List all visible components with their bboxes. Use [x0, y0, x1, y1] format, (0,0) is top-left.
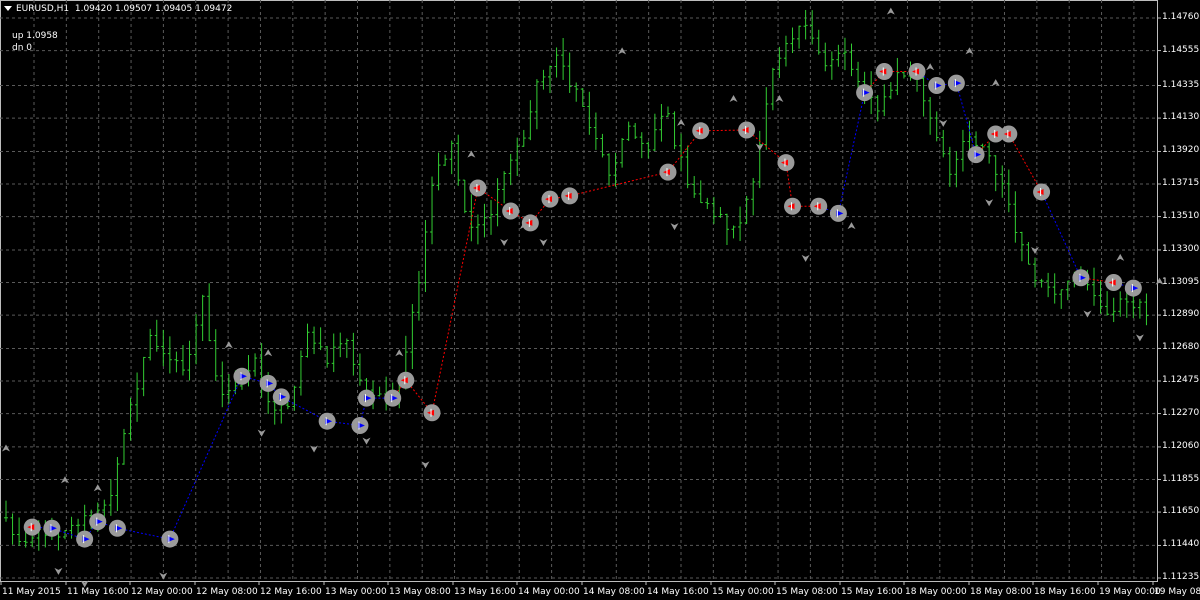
time-axis-label: 11 May 2015 — [2, 587, 61, 597]
fractal-up-icon — [729, 95, 738, 103]
chart-header: EURUSD,H1 1.09420 1.09507 1.09405 1.0947… — [4, 4, 232, 14]
price-axis-label: 1.14760 — [1162, 12, 1200, 22]
chart-plot-area[interactable] — [0, 0, 1200, 600]
time-axis-label: 15 May 08:00 — [776, 587, 838, 597]
price-axis-label: 1.14335 — [1162, 79, 1200, 90]
price-axis-label: 1.11440 — [1162, 539, 1200, 550]
price-axis-label: 1.12890 — [1162, 309, 1200, 320]
time-axis-label: 14 May 00:00 — [518, 587, 580, 597]
fractal-down-icon — [985, 199, 994, 207]
price-axis-label: 1.12270 — [1162, 407, 1200, 418]
chart-menu-triangle-icon[interactable] — [4, 6, 12, 11]
fractal-down-icon — [159, 572, 168, 580]
price-axis-label: 1.12060 — [1162, 440, 1200, 451]
price-axis-label: 1.13510 — [1162, 210, 1200, 221]
price-axis-label: 1.12680 — [1162, 342, 1200, 353]
time-axis-label: 19 May 08:00 — [1154, 587, 1200, 597]
fractal-down-icon — [670, 223, 679, 231]
fractal-up-icon — [1116, 253, 1125, 261]
fractal-up-icon — [991, 79, 1000, 87]
fractal-down-icon — [54, 567, 63, 575]
time-axis-label: 11 May 16:00 — [67, 587, 129, 597]
fractal-up-icon — [886, 7, 895, 15]
time-axis-label: 12 May 08:00 — [196, 587, 258, 597]
fractal-down-icon — [801, 254, 810, 262]
time-axis-label: 14 May 08:00 — [583, 587, 645, 597]
fractal-down-icon — [257, 429, 266, 437]
time-axis-label: 12 May 00:00 — [131, 587, 193, 597]
ohlc-values: 1.09420 1.09507 1.09405 1.09472 — [74, 4, 233, 14]
fractal-down-icon — [1083, 310, 1092, 318]
price-axis-label: 1.13095 — [1162, 276, 1200, 287]
time-axis-label: 13 May 16:00 — [454, 587, 516, 597]
time-axis-label: 13 May 08:00 — [389, 587, 451, 597]
time-axis-label: 18 May 00:00 — [905, 587, 967, 597]
fractal-down-icon — [500, 239, 509, 246]
fractal-down-icon — [362, 437, 371, 445]
fractal-up-icon — [395, 349, 404, 357]
fractal-up-icon — [775, 95, 784, 103]
signal-connector-line — [955, 83, 977, 155]
price-axis-label: 1.13715 — [1162, 178, 1200, 188]
chart-frame — [0, 0, 1158, 582]
time-axis-label: 15 May 16:00 — [841, 587, 903, 597]
indicator-up-label: up 1.0958 — [12, 31, 58, 41]
time-axis-label: 13 May 00:00 — [325, 587, 387, 597]
time-axis-label: 18 May 16:00 — [1034, 587, 1096, 597]
fractal-down-icon — [539, 239, 548, 246]
time-axis-label: 15 May 00:00 — [712, 587, 774, 597]
fractal-down-icon — [1135, 334, 1144, 342]
fractal-up-icon — [224, 341, 233, 349]
signal-connector-line — [1041, 191, 1082, 278]
symbol-timeframe: EURUSD,H1 — [16, 4, 70, 14]
price-axis-label: 1.14555 — [1162, 44, 1200, 55]
price-axis-label: 1.11650 — [1162, 506, 1200, 517]
fractal-up-icon — [264, 349, 273, 357]
fractal-up-icon — [93, 484, 102, 492]
price-axis-label: 1.12475 — [1162, 375, 1200, 385]
fractal-up-icon — [926, 63, 935, 71]
indicator-dn-label: dn 0 — [12, 43, 33, 53]
signal-connector-line — [169, 376, 243, 540]
time-axis-label: 19 May 00:00 — [1099, 587, 1161, 597]
fractal-up-icon — [677, 118, 686, 126]
price-axis-label: 1.11235 — [1162, 572, 1200, 582]
time-axis-label: 12 May 16:00 — [260, 587, 322, 597]
price-axis-label: 1.11855 — [1162, 473, 1200, 484]
fractal-up-icon — [2, 444, 10, 452]
fractal-down-icon — [939, 119, 948, 127]
price-axis-label: 1.13300 — [1162, 243, 1200, 254]
time-axis-label: 14 May 16:00 — [647, 587, 709, 597]
price-axis-label: 1.14130 — [1162, 112, 1200, 123]
chart-window[interactable]: EURUSD,H1 1.09420 1.09507 1.09405 1.0947… — [0, 0, 1200, 600]
price-axis-label: 1.13920 — [1162, 145, 1200, 156]
time-axis-label: 18 May 08:00 — [970, 587, 1032, 597]
fractal-up-icon — [847, 222, 856, 230]
